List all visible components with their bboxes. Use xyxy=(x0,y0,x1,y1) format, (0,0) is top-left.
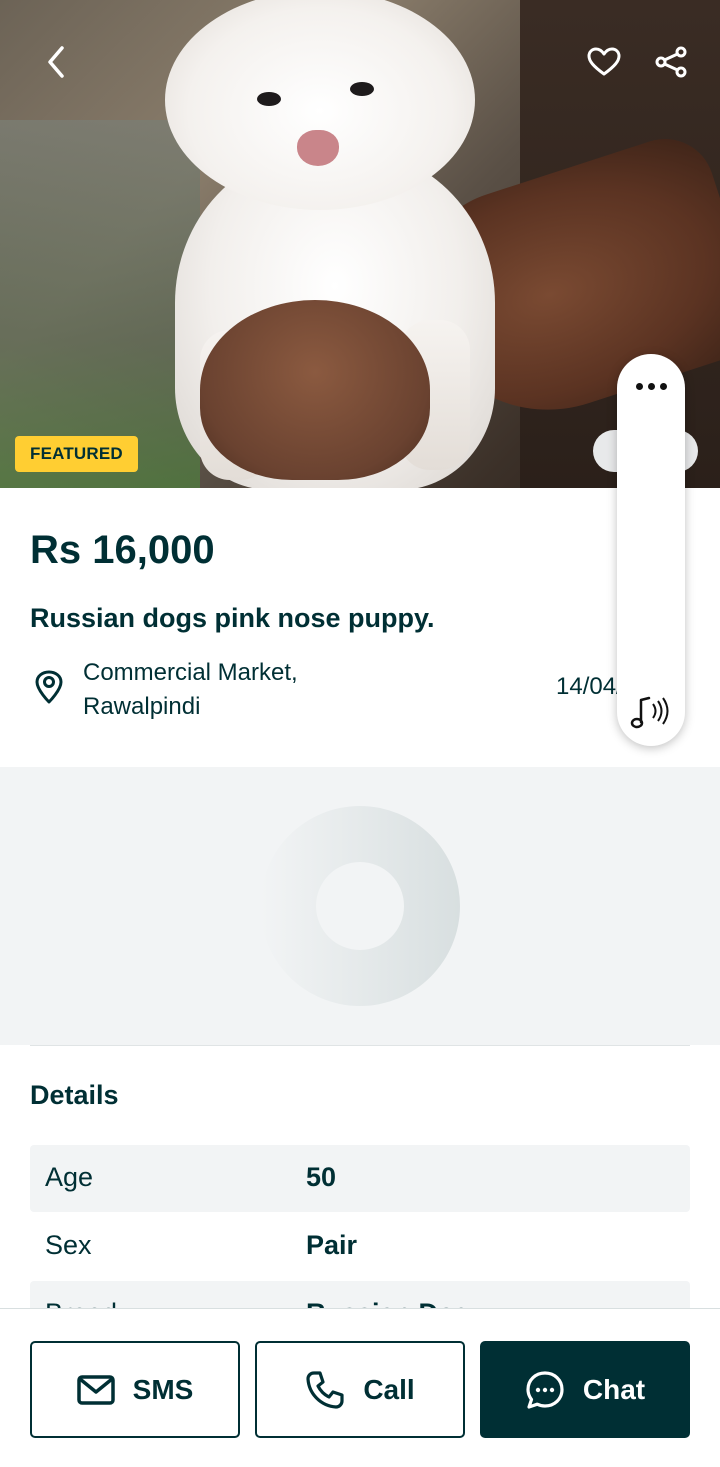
detail-key: Sex xyxy=(45,1230,92,1260)
detail-key: Age xyxy=(45,1162,94,1192)
featured-badge: FEATURED xyxy=(15,436,138,472)
details-heading: Details xyxy=(30,1080,119,1110)
ad-placeholder xyxy=(0,767,720,1045)
location-line-2: Rawalpindi xyxy=(83,693,201,720)
phone-icon xyxy=(306,1370,344,1409)
listing-location: Commercial Market, Rawalpindi xyxy=(83,656,383,724)
sms-button[interactable]: SMS xyxy=(30,1341,240,1438)
call-button[interactable]: Call xyxy=(255,1341,465,1438)
map-pin-icon xyxy=(35,670,63,704)
call-label: Call xyxy=(363,1373,415,1405)
chat-button[interactable]: Chat xyxy=(480,1341,690,1438)
detail-row-sex: Sex Pair xyxy=(30,1213,690,1280)
price: Rs 16,000 xyxy=(30,528,215,572)
chevron-left-icon xyxy=(48,46,64,78)
loading-spinner-icon xyxy=(260,806,460,1006)
chat-label: Chat xyxy=(582,1373,646,1405)
listing-title: Russian dogs pink nose puppy. xyxy=(30,603,435,633)
music-note-icon[interactable] xyxy=(629,694,673,730)
more-dots-icon[interactable] xyxy=(617,372,685,400)
heart-icon xyxy=(587,47,621,76)
mail-icon xyxy=(76,1374,115,1405)
detail-row-age: Age 50 xyxy=(30,1145,690,1212)
action-bar: SMS Call Chat xyxy=(0,1308,720,1467)
sms-label: SMS xyxy=(132,1373,194,1405)
share-icon xyxy=(655,46,687,78)
back-button[interactable] xyxy=(32,38,80,86)
floating-toolbar[interactable] xyxy=(617,354,685,746)
divider xyxy=(30,1045,690,1046)
share-button[interactable] xyxy=(647,38,695,86)
listing-image[interactable]: FEATURED xyxy=(0,0,720,488)
favorite-button[interactable] xyxy=(580,38,628,86)
location-line-1: Commercial Market, xyxy=(83,659,298,686)
detail-value: Pair xyxy=(306,1230,358,1260)
chat-bubble-icon xyxy=(526,1370,564,1409)
detail-value: 50 xyxy=(306,1162,337,1192)
